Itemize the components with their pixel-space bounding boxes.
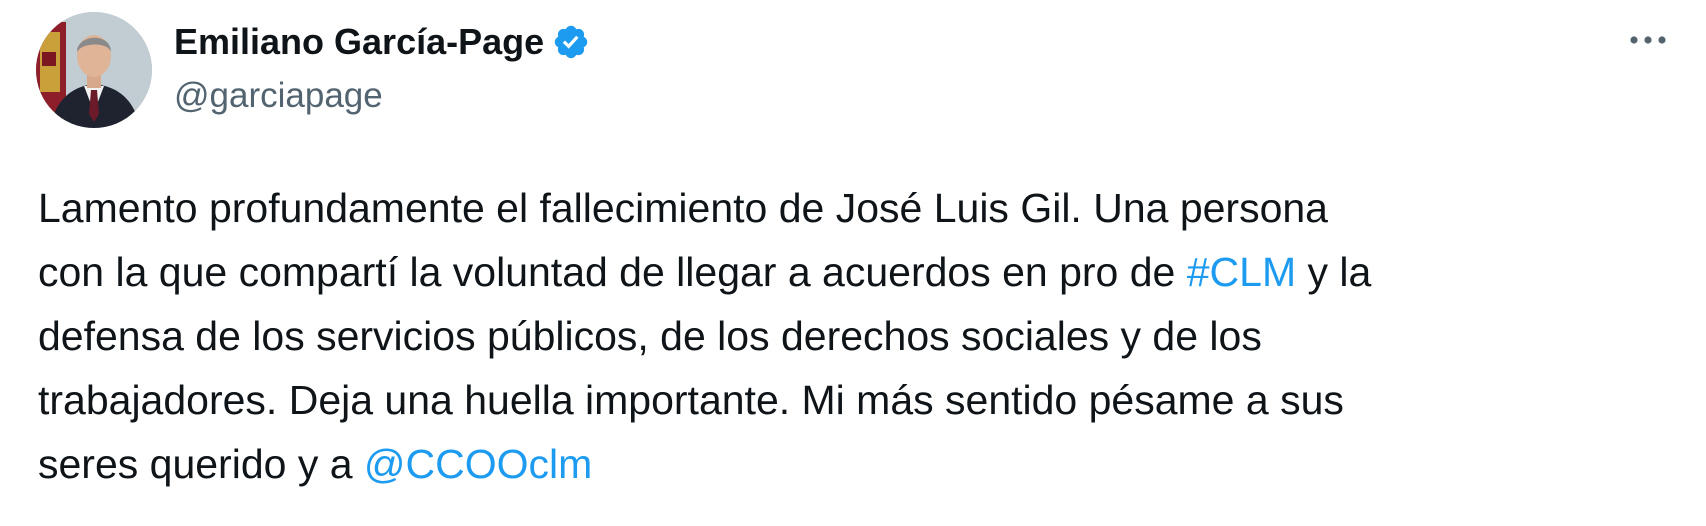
tweet-text: Lamento profundamente el fallecimiento d… bbox=[38, 176, 1678, 496]
hashtag-link[interactable]: #CLM bbox=[1187, 249, 1296, 295]
mention-link[interactable]: @CCOOclm bbox=[364, 441, 592, 487]
tweet-card: Emiliano García-Page @garciapage Lamento… bbox=[0, 0, 1706, 526]
tweet-text-segment: y la bbox=[1296, 249, 1372, 295]
author-info: Emiliano García-Page @garciapage bbox=[174, 18, 590, 116]
tweet-text-line: defensa de los servicios públicos, de lo… bbox=[38, 304, 1678, 368]
verified-badge-icon bbox=[552, 23, 590, 61]
tweet-text-segment: con la que compartí la voluntad de llega… bbox=[38, 249, 1187, 295]
author-display-name[interactable]: Emiliano García-Page bbox=[174, 21, 544, 63]
avatar-photo bbox=[36, 12, 152, 128]
author-avatar[interactable] bbox=[36, 12, 152, 128]
tweet-text-line: con la que compartí la voluntad de llega… bbox=[38, 240, 1678, 304]
author-handle[interactable]: @garciapage bbox=[174, 76, 590, 116]
tweet-text-segment: seres querido y a bbox=[38, 441, 364, 487]
author-name-row: Emiliano García-Page bbox=[174, 18, 590, 66]
tweet-text-line: trabajadores. Deja una huella importante… bbox=[38, 368, 1678, 432]
tweet-text-segment: Lamento profundamente el fallecimiento d… bbox=[38, 185, 1328, 231]
tweet-text-line: Lamento profundamente el fallecimiento d… bbox=[38, 176, 1678, 240]
tweet-text-segment: defensa de los servicios públicos, de lo… bbox=[38, 313, 1262, 359]
tweet-text-line: seres querido y a @CCOOclm bbox=[38, 432, 1678, 496]
tweet-text-segment: trabajadores. Deja una huella importante… bbox=[38, 377, 1344, 423]
more-options-icon[interactable] bbox=[1624, 20, 1672, 60]
